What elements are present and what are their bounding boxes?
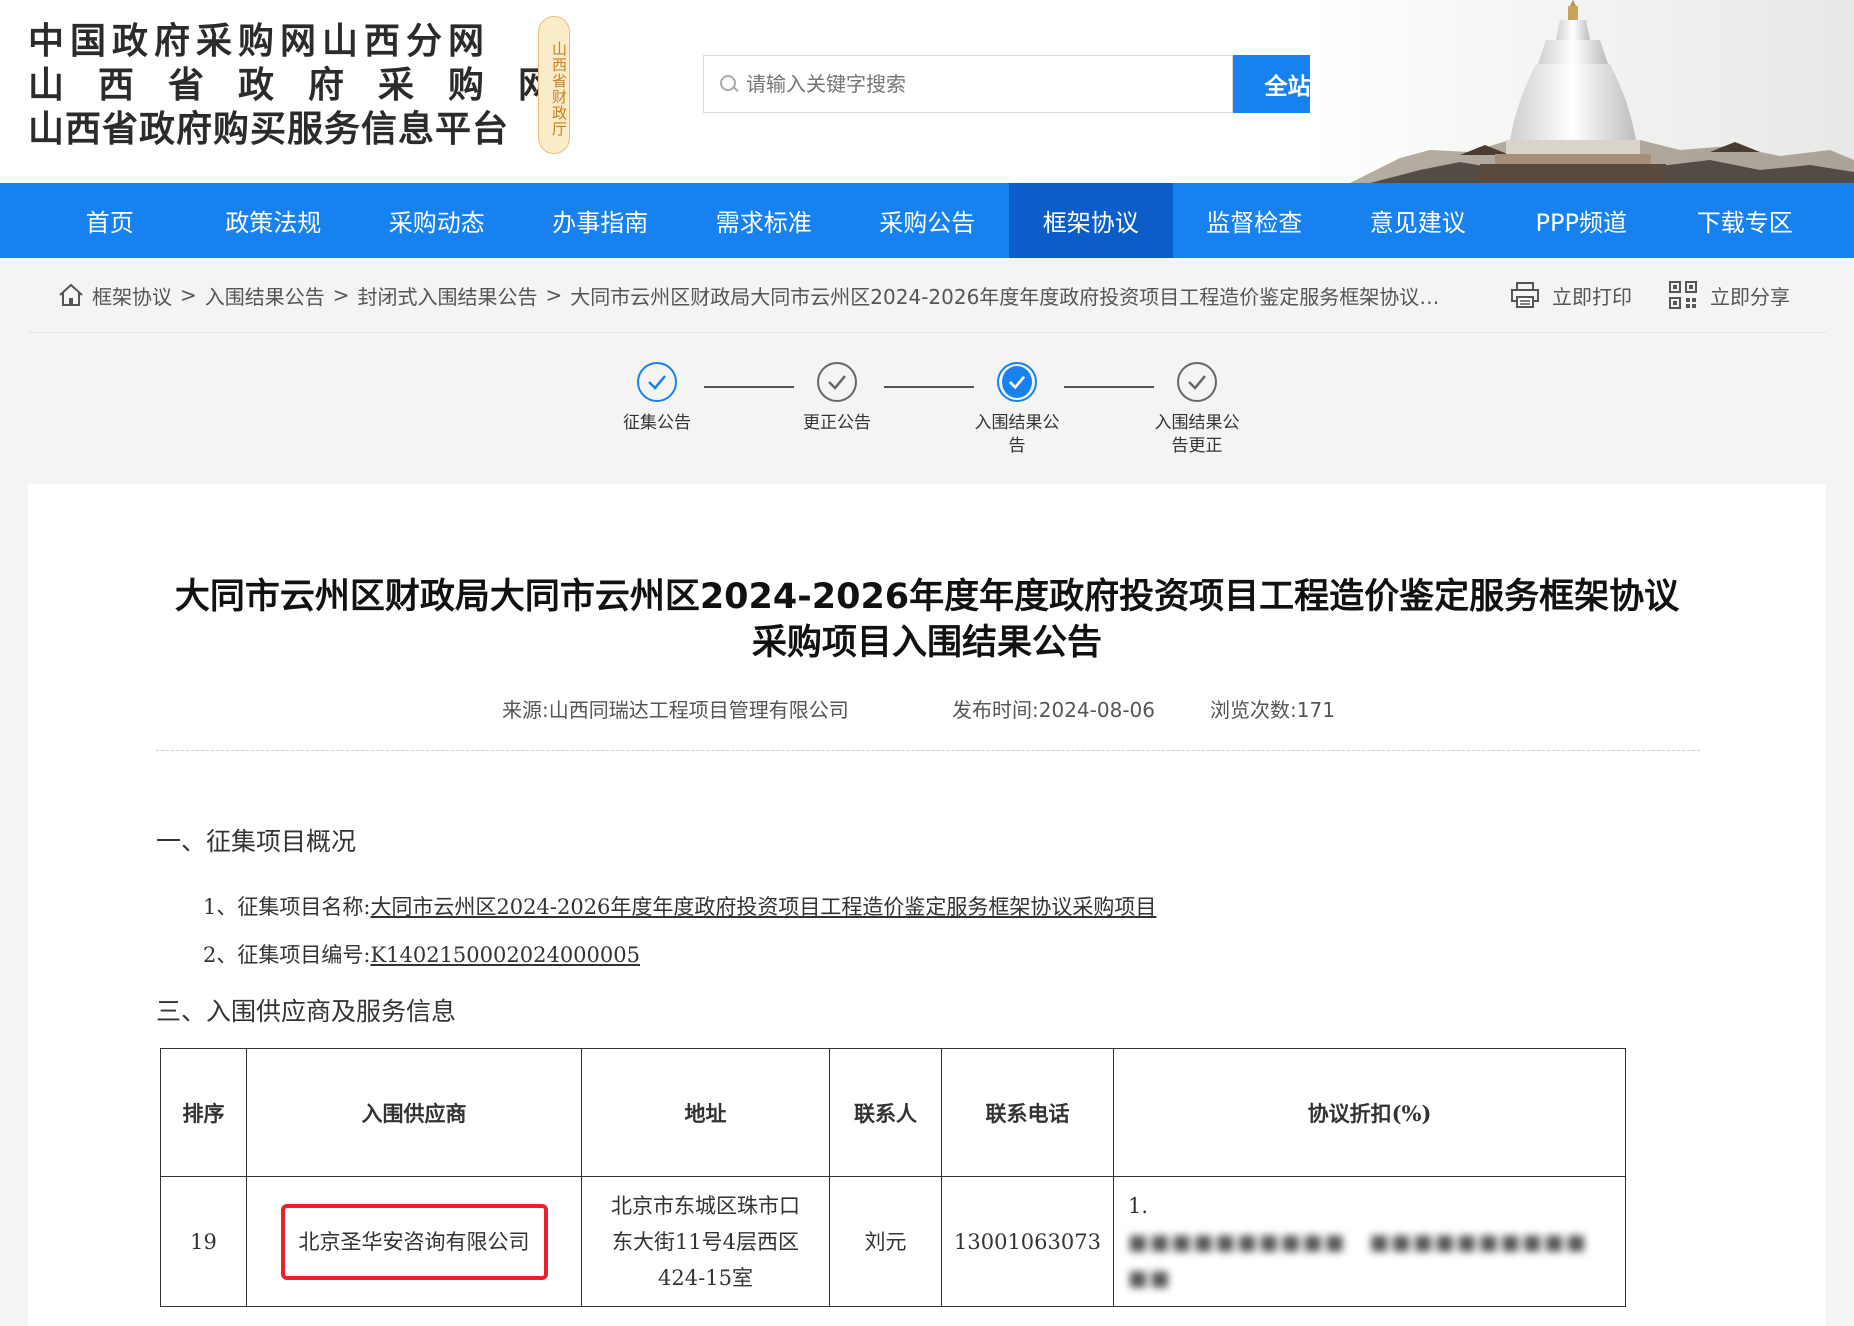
views-value: 171 [1296,698,1335,722]
home-icon[interactable] [58,283,84,307]
nav-item-5[interactable]: 采购公告 [846,183,1010,258]
article-title: 大同市云州区财政局大同市云州区2024-2026年度年度政府投资项目工程造价鉴定… [28,574,1826,666]
highlighted-supplier: 北京圣华安咨询有限公司 [280,1203,548,1280]
cell-address: 北京市东城区珠市口 东大街11号4层西区 424-15室 [581,1176,830,1307]
nav-item-10[interactable]: 下载专区 [1663,183,1827,258]
project-name-link[interactable]: 大同市云州区2024-2026年度年度政府投资项目工程造价鉴定服务框架协议采购项… [370,895,1156,919]
breadcrumb-separator: > [545,283,563,307]
blurred-discount-text: ■■■■■■■■■■ ■■■■■■■■■■ ■■ [1128,1229,1611,1290]
step-connector [1064,386,1154,388]
nav-item-8[interactable]: 意见建议 [1336,183,1500,258]
qrcode-icon [1669,281,1697,309]
search-icon [718,73,740,95]
nav-item-6[interactable]: 框架协议 [1009,183,1173,258]
cell-contact: 刘元 [829,1176,942,1307]
date-value: 2024-08-06 [1038,698,1155,722]
source-label: 来源: [502,698,549,722]
nav-item-4[interactable]: 需求标准 [682,183,846,258]
supplier-table: 排序 入围供应商 地址 联系人 联系电话 协议折扣(%) 19 北京圣华安咨询有… [160,1048,1626,1307]
address-line: 北京市东城区珠市口 [611,1193,800,1218]
col-rank: 排序 [160,1048,247,1177]
printer-icon [1511,282,1539,308]
col-supplier: 入围供应商 [246,1048,582,1177]
section-project-overview: 一、征集项目概况 [156,827,357,856]
nav-item-0[interactable]: 首页 [28,183,192,258]
breadcrumb: 框架协议 > 入围结果公告 > 封闭式入围结果公告 > 大同市云州区财政局大同市… [28,258,1826,333]
project-name-row: 1、征集项目名称:大同市云州区2024-2026年度年度政府投资项目工程造价鉴定… [203,891,1156,921]
step-result-correction[interactable]: 入围结果公告更正 [1142,362,1252,458]
source-value: 山西同瑞达工程项目管理有限公司 [548,698,849,722]
col-contact: 联系人 [829,1048,942,1177]
breadcrumb-item-framework[interactable]: 框架协议 [92,281,172,310]
cell-supplier: 北京圣华安咨询有限公司 [246,1176,582,1307]
check-icon [637,362,677,402]
views-label: 浏览次数: [1210,698,1297,722]
project-number-row: 2、征集项目编号:K1402150002024000005 [203,939,640,969]
date-label: 发布时间: [952,698,1039,722]
step-label: 入围结果公告更正 [1154,413,1240,456]
check-icon [817,362,857,402]
breadcrumb-item-closed-shortlist[interactable]: 封闭式入围结果公告 [358,281,538,310]
site-title-line-2: 山西省政府采购网 [28,65,589,106]
step-connector [704,386,794,388]
col-phone: 联系电话 [941,1048,1114,1177]
print-button[interactable]: 立即打印 [1510,281,1632,310]
nav-item-1[interactable]: 政策法规 [192,183,356,258]
project-name-label: 1、征集项目名称: [203,895,371,919]
site-header: 中国政府采购网山西分网 山西省政府采购网 山西省政府购买服务信息平台 山西省财政… [0,0,1854,183]
step-collect-notice[interactable]: 征集公告 [602,362,712,435]
breadcrumb-separator: > [180,283,197,307]
breadcrumb-current: 大同市云州区财政局大同市云州区2024-2026年度年度政府投资项目工程造价鉴定… [570,284,1450,309]
meta-divider [156,750,1700,751]
col-discount: 协议折扣(%) [1113,1048,1626,1177]
step-label: 更正公告 [803,413,871,433]
section-suppliers: 三、入围供应商及服务信息 [156,997,457,1026]
project-number-label: 2、征集项目编号: [203,943,371,967]
finance-dept-seal: 山西省财政厅 [538,16,570,154]
step-correction-notice[interactable]: 更正公告 [782,362,892,435]
project-number-link[interactable]: K1402150002024000005 [370,943,640,967]
nav-item-3[interactable]: 办事指南 [519,183,683,258]
site-title-line-1: 中国政府采购网山西分网 [28,21,491,62]
step-label: 入围结果公告 [974,413,1060,456]
step-result-notice[interactable]: 入围结果公告 [962,362,1072,458]
site-title-line-3: 山西省政府购买服务信息平台 [28,109,510,150]
check-icon [997,362,1037,402]
discount-visible: 1. [1128,1193,1149,1218]
col-address: 地址 [581,1048,830,1177]
pagoda-banner-image [1310,0,1854,183]
search-box [703,55,1233,113]
share-button[interactable]: 立即分享 [1668,280,1790,310]
check-icon [1177,362,1217,402]
main-nav: 首页 政策法规 采购动态 办事指南 需求标准 采购公告 框架协议 监督检查 意见建议 PPP频道下… [0,183,1854,258]
cell-phone: 13001063073 [941,1176,1114,1307]
address-line: 424-15室 [658,1265,753,1290]
print-label: 立即打印 [1552,284,1632,309]
article-date: 发布时间:2024-08-06 [952,694,1155,723]
nav-item-2[interactable]: 采购动态 [355,183,519,258]
table-header-row: 排序 入围供应商 地址 联系人 联系电话 协议折扣(%) [160,1048,1626,1177]
article-title-line-2: 采购项目入围结果公告 [751,623,1102,663]
article-views: 浏览次数:171 [1210,694,1335,723]
step-label: 征集公告 [623,413,691,433]
nav-item-9[interactable]: PPP频道 [1500,183,1664,258]
notice-progress-steps: 征集公告 更正公告 入围结果公告 入围结果公告更正 [600,362,1280,472]
nav-item-7[interactable]: 监督检查 [1173,183,1337,258]
table-row: 19 北京圣华安咨询有限公司 北京市东城区珠市口 东大街11号4层西区 424-… [160,1176,1626,1307]
site-title[interactable]: 中国政府采购网山西分网 山西省政府采购网 山西省政府购买服务信息平台 [28,20,588,152]
article-card: 大同市云州区财政局大同市云州区2024-2026年度年度政府投资项目工程造价鉴定… [28,484,1826,1326]
address-line: 东大街11号4层西区 [611,1229,800,1254]
cell-rank: 19 [160,1176,247,1307]
article-title-line-1: 大同市云州区财政局大同市云州区2024-2026年度年度政府投资项目工程造价鉴定… [174,577,1680,617]
article-source: 来源:山西同瑞达工程项目管理有限公司 [502,694,849,723]
breadcrumb-item-shortlist-result[interactable]: 入围结果公告 [205,281,325,310]
cell-discount: 1. ■■■■■■■■■■ ■■■■■■■■■■ ■■ [1113,1176,1626,1307]
step-connector [884,386,974,388]
breadcrumb-separator: > [332,283,350,307]
search-input[interactable] [746,72,1226,96]
share-label: 立即分享 [1710,284,1790,309]
